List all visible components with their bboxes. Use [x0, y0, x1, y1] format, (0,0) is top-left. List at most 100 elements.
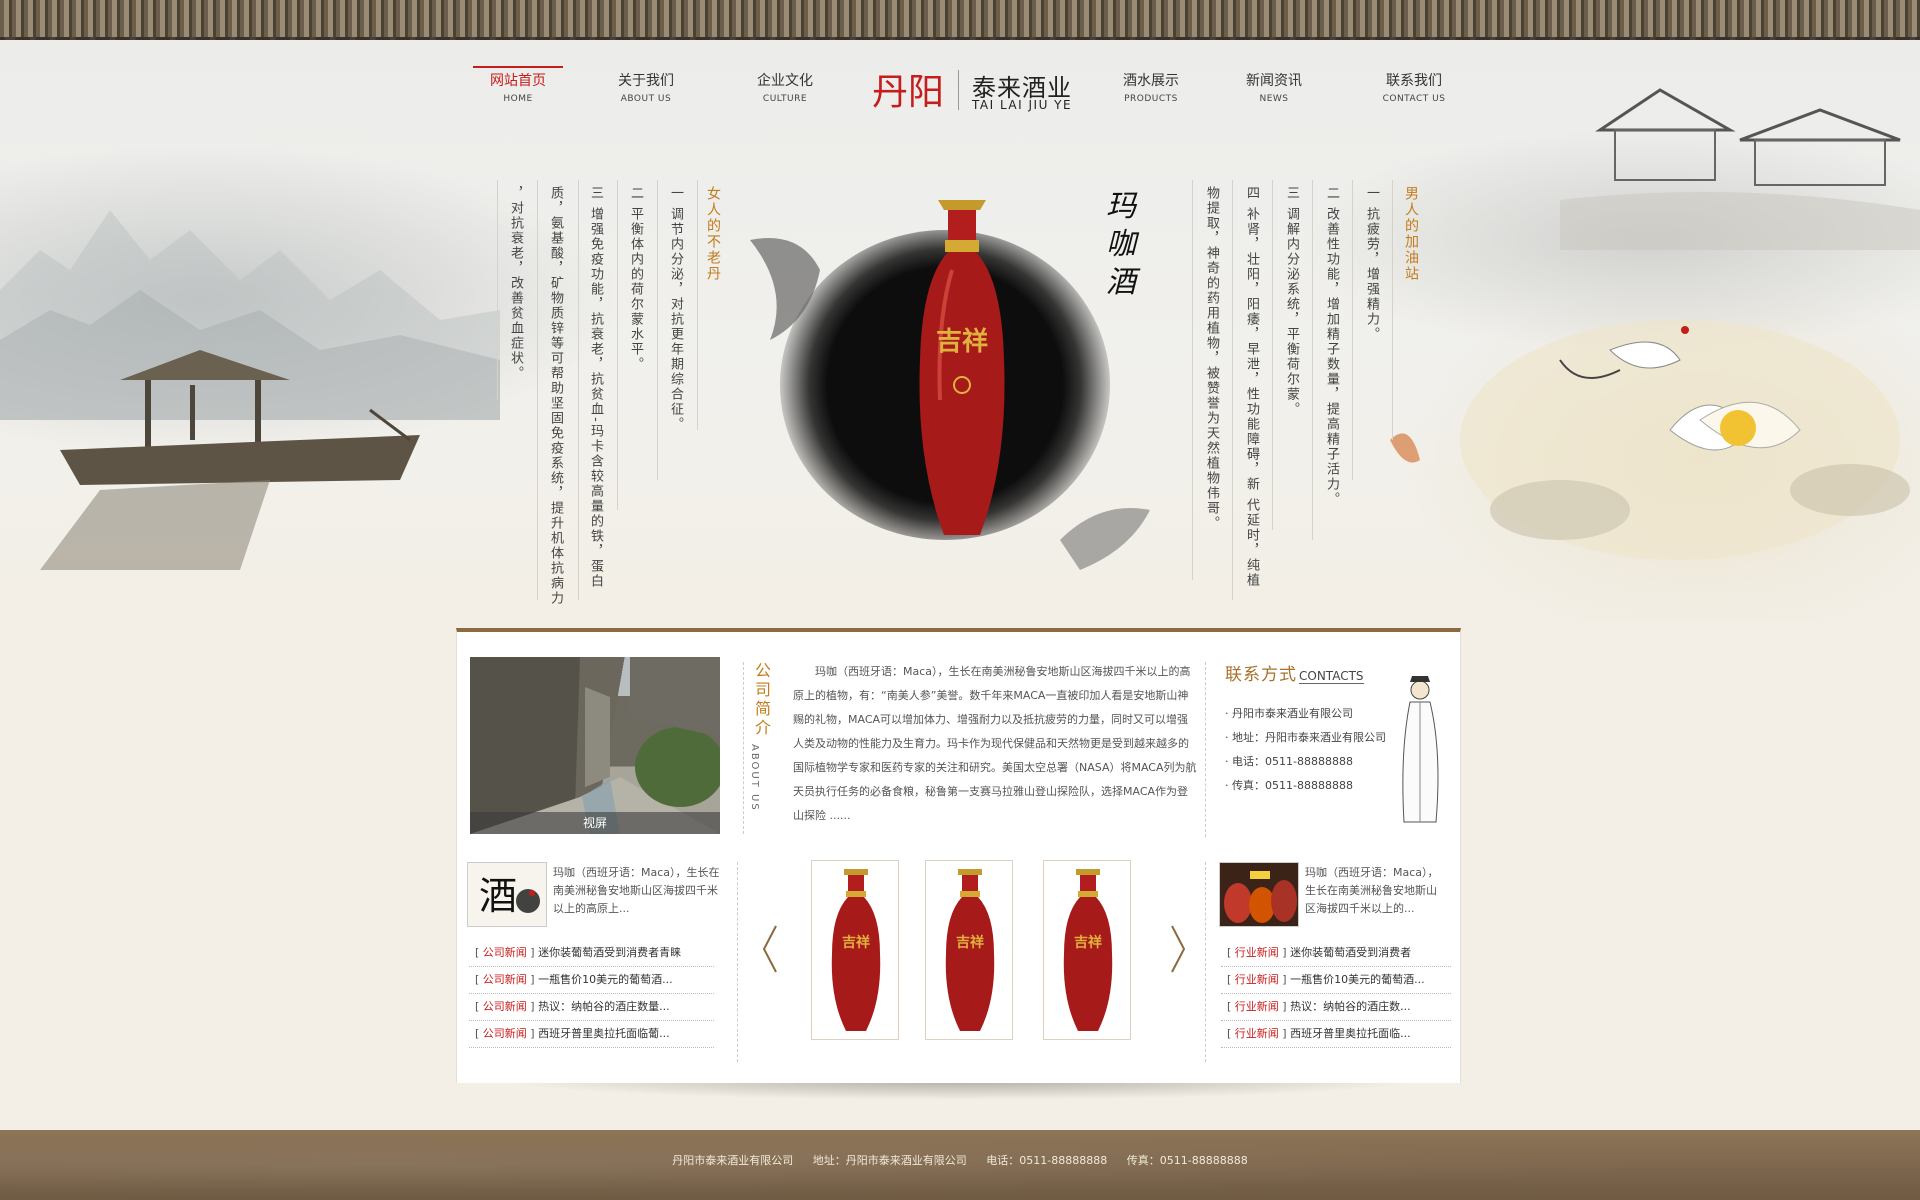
industry-news-thumbnail[interactable] [1219, 862, 1299, 927]
hero-bottle-label: 吉祥 [936, 327, 988, 357]
women-benefit-2: 二 平衡体内的荷尔蒙水平。 [628, 186, 643, 373]
column-divider [1192, 180, 1193, 580]
company-news-item[interactable]: [ 公司新闻 ] 迷你装葡萄酒受到消费者青睐 [469, 940, 714, 967]
industry-news-item[interactable]: [ 行业新闻 ] 迷你装葡萄酒受到消费者 [1221, 940, 1451, 967]
news-tag: 公司新闻 [482, 1000, 527, 1013]
nav-products-sublabel: PRODUCTS [1124, 94, 1178, 104]
footer-company: 丹阳市泰来酒业有限公司 [672, 1154, 794, 1167]
koi-fish-left-illustration [750, 238, 820, 340]
news-thumb-calligraphy: 酒 [479, 874, 517, 918]
carousel-next-arrow-icon[interactable] [1168, 924, 1188, 974]
footer-fax: 传真：0511-88888888 [1126, 1154, 1248, 1167]
lotus-crane-illustration [1390, 320, 1910, 560]
news-tag: 行业新闻 [1234, 1027, 1279, 1040]
content-panel: 视屏 公司简介 ABOUT US 玛咖（西班牙语：Maca），生长在南美洲秘鲁安… [456, 628, 1461, 1083]
wine-calligraphy-image: 酒 [468, 863, 546, 926]
news-tag: 公司新闻 [482, 946, 527, 959]
women-benefit-1: 一 调节内分泌，对抗更年期综合征。 [668, 186, 683, 433]
svg-text:玛: 玛 [1106, 189, 1138, 224]
product-bottle-image: 吉祥 [831, 869, 881, 1031]
men-benefit-5: 物提取，神奇的药用植物，被赞誉为天然植物伟哥。 [1204, 186, 1219, 531]
koi-fish-right-illustration [1060, 508, 1150, 570]
nav-home-label: 网站首页 [490, 73, 546, 89]
product-card[interactable]: 吉祥 [1043, 860, 1131, 1040]
old-town-street-image [470, 657, 720, 834]
column-divider [697, 180, 698, 430]
nav-culture-label: 企业文化 [757, 73, 813, 89]
nav-products[interactable]: 酒水展示 PRODUCTS [1106, 72, 1196, 104]
nav-products-label: 酒水展示 [1123, 73, 1179, 89]
about-section-label: 公司简介 ABOUT US [749, 662, 773, 812]
news-title: 迷你装葡萄酒受到消费者 [1290, 946, 1412, 959]
news-title: 热议：纳帕谷的酒庄数... [1290, 1000, 1411, 1013]
company-news-item[interactable]: [ 公司新闻 ] 一瓶售价10美元的葡萄酒... [469, 967, 714, 994]
about-label-en: ABOUT US [749, 744, 760, 812]
news-tag: 行业新闻 [1234, 1000, 1279, 1013]
industry-news-item[interactable]: [ 行业新闻 ] 一瓶售价10美元的葡萄酒... [1221, 967, 1451, 994]
footer-info: 丹阳市泰来酒业有限公司 地址：丹阳市泰来酒业有限公司 电话：0511-88888… [0, 1152, 1920, 1168]
nav-home-sublabel: HOME [503, 94, 533, 104]
industry-news-item[interactable]: [ 行业新闻 ] 西班牙普里奥拉托面临... [1221, 1021, 1451, 1048]
site-logo[interactable]: 丹阳 泰来酒业 TAI LAI JIU YE [864, 66, 1084, 116]
product-bottle-image: 吉祥 [945, 869, 995, 1031]
news-tag: 行业新闻 [1234, 946, 1279, 959]
news-tag: 公司新闻 [482, 973, 527, 986]
logo-company-pinyin: TAI LAI JIU YE [972, 98, 1073, 112]
contact-address: 地址：丹阳市泰来酒业有限公司 [1225, 726, 1386, 750]
contact-list: 丹阳市泰来酒业有限公司 地址：丹阳市泰来酒业有限公司 电话：0511-88888… [1225, 702, 1386, 798]
column-divider [1352, 180, 1353, 480]
men-benefit-2: 二 改善性功能，增加精子数量，提高精子活力。 [1324, 186, 1339, 508]
video-thumbnail[interactable]: 视屏 [470, 657, 720, 834]
news-title: 西班牙普里奥拉托面临... [1290, 1027, 1411, 1040]
product-card[interactable]: 吉祥 [925, 860, 1013, 1040]
product-bottle-image: 吉祥 [1063, 869, 1113, 1031]
nav-about[interactable]: 关于我们 ABOUT US [601, 72, 691, 104]
contact-title-en: CONTACTS [1299, 669, 1364, 684]
logo-mark: 丹阳 [872, 72, 944, 113]
logo-mark-text: 丹阳 [872, 72, 944, 113]
logo-divider [958, 70, 959, 110]
contact-phone: 电话：0511-88888888 [1225, 750, 1386, 774]
women-benefit-3: 三 增强免疫功能，抗衰老，抗贫血-玛卡含较高量的铁，蛋白 [588, 186, 603, 589]
men-benefit-3: 三 调解内分泌系统，平衡荷尔蒙。 [1284, 186, 1299, 418]
column-divider [578, 180, 579, 600]
men-benefit-4: 四 补肾，壮阳，阳痿，早泄，性功能障碍，新 代延时，纯植 [1244, 186, 1259, 589]
site-footer: 丹阳市泰来酒业有限公司 地址：丹阳市泰来酒业有限公司 电话：0511-88888… [0, 1130, 1920, 1200]
maca-wine-calligraphy: 玛 咖 酒 [1106, 189, 1141, 296]
column-divider [1392, 180, 1393, 440]
product-bottle-label: 吉祥 [956, 934, 984, 951]
men-benefit-1: 一 抗疲劳，增强精力。 [1364, 186, 1379, 343]
roof-tile-banner [0, 0, 1920, 43]
column-divider [1232, 180, 1233, 600]
women-section-title: 女人的不老丹 [705, 186, 721, 282]
nav-about-label: 关于我们 [618, 73, 674, 89]
contact-divider [1205, 662, 1206, 837]
column-divider [657, 180, 658, 480]
svg-text:咖: 咖 [1106, 227, 1140, 262]
footer-phone: 电话：0511-88888888 [986, 1154, 1108, 1167]
company-news-summary: 玛咖（西班牙语：Maca），生长在南美洲秘鲁安地斯山区海拔四千米以上的高原上..… [553, 866, 720, 915]
company-news-item[interactable]: [ 公司新闻 ] 热议：纳帕谷的酒庄数量... [469, 994, 714, 1021]
nav-news[interactable]: 新闻资讯 NEWS [1229, 72, 1319, 104]
nav-contact-sublabel: CONTACT US [1382, 94, 1446, 104]
news-title: 一瓶售价10美元的葡萄酒... [1290, 973, 1425, 986]
nav-culture[interactable]: 企业文化 CULTURE [740, 72, 830, 104]
product-bottle-label: 吉祥 [842, 934, 870, 951]
column-divider [497, 180, 498, 400]
column-divider [1272, 180, 1273, 530]
women-benefit-5: ，对抗衰老，改善贫血症状。 [508, 186, 523, 381]
company-news-item[interactable]: [ 公司新闻 ] 西班牙普里奥拉托面临葡... [469, 1021, 714, 1048]
news-divider-left [737, 862, 738, 1062]
industry-news-list: [ 行业新闻 ] 迷你装葡萄酒受到消费者 [ 行业新闻 ] 一瓶售价10美元的葡… [1221, 940, 1451, 1048]
company-news-thumbnail[interactable]: 酒 [467, 862, 547, 927]
about-description: 玛咖（西班牙语：Maca），生长在南美洲秘鲁安地斯山区海拔四千米以上的高原上的植… [793, 665, 1197, 822]
news-title: 迷你装葡萄酒受到消费者青睐 [538, 946, 682, 959]
column-divider [617, 180, 618, 510]
product-bottle-label: 吉祥 [1074, 934, 1102, 951]
product-card[interactable]: 吉祥 [811, 860, 899, 1040]
men-section-title: 男人的加油站 [1403, 186, 1419, 282]
nav-contact[interactable]: 联系我们 CONTACT US [1369, 72, 1459, 104]
nav-home[interactable]: 网站首页 HOME [473, 66, 563, 104]
carousel-prev-arrow-icon[interactable] [760, 924, 780, 974]
industry-news-item[interactable]: [ 行业新闻 ] 热议：纳帕谷的酒庄数... [1221, 994, 1451, 1021]
